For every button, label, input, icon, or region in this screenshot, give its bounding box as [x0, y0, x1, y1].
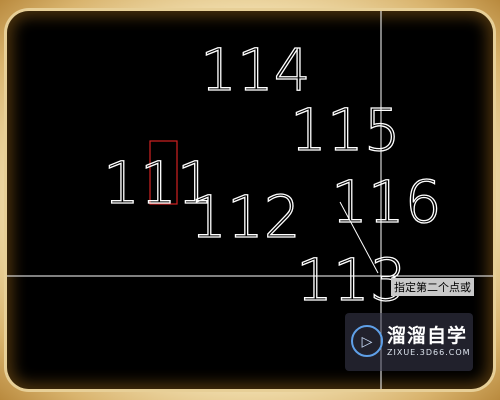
watermark-url: ZIXUE.3D66.COM — [387, 348, 471, 357]
watermark: ▷ 溜溜自学 ZIXUE.3D66.COM — [345, 313, 473, 371]
label-116[interactable]: 116 — [330, 167, 442, 236]
play-icon: ▷ — [351, 325, 383, 357]
label-115[interactable]: 115 — [289, 95, 401, 164]
command-prompt-tooltip: 指定第二个点或 — [391, 278, 474, 296]
label-112[interactable]: 112 — [189, 182, 301, 251]
label-114[interactable]: 114 — [199, 35, 311, 104]
watermark-brand: 溜溜自学 — [387, 325, 468, 347]
